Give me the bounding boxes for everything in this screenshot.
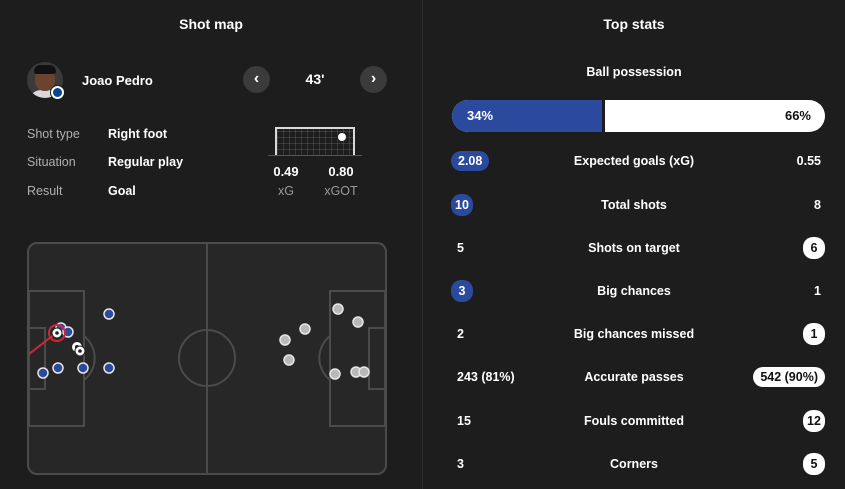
shot-type-label: Shot type bbox=[27, 127, 80, 141]
stat-away-value: 542 (90%) bbox=[753, 367, 825, 387]
stat-away-value: 8 bbox=[814, 198, 821, 212]
stat-row: Big chances missed 2 1 bbox=[423, 323, 845, 347]
stat-home-value: 2 bbox=[457, 327, 464, 341]
club-badge-icon bbox=[50, 85, 65, 100]
player-name[interactable]: Joao Pedro bbox=[82, 73, 153, 88]
next-shot-button[interactable]: › bbox=[360, 66, 387, 93]
ball-icon bbox=[337, 132, 347, 142]
stat-row: Shots on target 5 6 bbox=[423, 237, 845, 261]
home-shot-marker[interactable] bbox=[77, 362, 89, 374]
stat-row: Expected goals (xG) 2.08 0.55 bbox=[423, 150, 845, 174]
stat-home-value: 15 bbox=[457, 414, 471, 428]
home-shot-marker[interactable] bbox=[103, 362, 115, 374]
stat-away-value: 6 bbox=[803, 237, 825, 259]
previous-shot-button[interactable]: ‹ bbox=[243, 66, 270, 93]
stat-row: Total shots 10 8 bbox=[423, 194, 845, 218]
away-shot-marker[interactable] bbox=[358, 366, 370, 378]
stat-row: Corners 3 5 bbox=[423, 453, 845, 477]
stat-home-value: 3 bbox=[457, 457, 464, 471]
away-shot-marker[interactable] bbox=[329, 368, 341, 380]
pitch-markings bbox=[29, 244, 385, 473]
result-label: Result bbox=[27, 184, 63, 198]
top-stats-title: Top stats bbox=[603, 16, 665, 32]
stat-home-value: 5 bbox=[457, 241, 464, 255]
possession-gap bbox=[601, 100, 605, 132]
situation-label: Situation bbox=[27, 155, 76, 169]
stat-row: Big chances 3 1 bbox=[423, 280, 845, 304]
top-stats-panel: Top stats Ball possession 34% 66% Expect… bbox=[423, 0, 845, 489]
result-value: Goal bbox=[108, 184, 136, 198]
goal-frame-icon bbox=[275, 127, 355, 156]
stat-name: Shots on target bbox=[588, 241, 680, 255]
stat-row: Fouls committed 15 12 bbox=[423, 410, 845, 434]
xg-value: 0.49 bbox=[273, 164, 299, 179]
home-shot-marker[interactable] bbox=[103, 308, 115, 320]
goal-shot-ball-icon[interactable] bbox=[71, 341, 86, 357]
shot-map-panel: Shot map Joao Pedro ‹ 43' › Shot type Ri… bbox=[0, 0, 422, 489]
stat-name: Total shots bbox=[601, 198, 667, 212]
stat-name: Big chances bbox=[597, 284, 671, 298]
stat-home-value: 2.08 bbox=[451, 151, 490, 171]
shot-map-title: Shot map bbox=[179, 16, 243, 32]
stat-row: Accurate passes 243 (81%) 542 (90%) bbox=[423, 366, 845, 390]
stat-away-value: 1 bbox=[803, 323, 825, 345]
situation-value: Regular play bbox=[108, 155, 184, 169]
stat-name: Big chances missed bbox=[573, 327, 695, 341]
stat-home-value: 3 bbox=[451, 280, 473, 302]
away-shot-marker[interactable] bbox=[352, 316, 364, 328]
away-shot-marker[interactable] bbox=[299, 323, 311, 335]
xg-label: xG bbox=[278, 184, 294, 198]
stat-home-value: 10 bbox=[451, 194, 473, 216]
possession-label: Ball possession bbox=[586, 65, 682, 79]
xgot-label: xGOT bbox=[324, 184, 358, 198]
stat-name: Fouls committed bbox=[583, 414, 684, 428]
xgot-value: 0.80 bbox=[328, 164, 354, 179]
stat-away-value: 12 bbox=[803, 410, 825, 432]
shot-minute: 43' bbox=[305, 71, 325, 87]
possession-home-value: 34% bbox=[467, 108, 494, 123]
away-shot-marker[interactable] bbox=[279, 334, 291, 346]
goal-line bbox=[268, 155, 362, 156]
stat-away-value: 5 bbox=[803, 453, 825, 475]
stat-home-value: 243 (81%) bbox=[457, 370, 515, 384]
pitch bbox=[27, 242, 387, 475]
away-shot-marker[interactable] bbox=[283, 354, 295, 366]
stat-name: Corners bbox=[610, 457, 658, 471]
stat-away-value: 0.55 bbox=[796, 154, 821, 168]
home-shot-marker[interactable] bbox=[37, 367, 49, 379]
shot-type-value: Right foot bbox=[108, 127, 168, 141]
stat-away-value: 1 bbox=[814, 284, 821, 298]
possession-bar: 34% 66% bbox=[452, 100, 825, 132]
away-shot-marker[interactable] bbox=[332, 303, 344, 315]
possession-away-value: 66% bbox=[784, 108, 811, 123]
home-shot-marker[interactable] bbox=[52, 362, 64, 374]
